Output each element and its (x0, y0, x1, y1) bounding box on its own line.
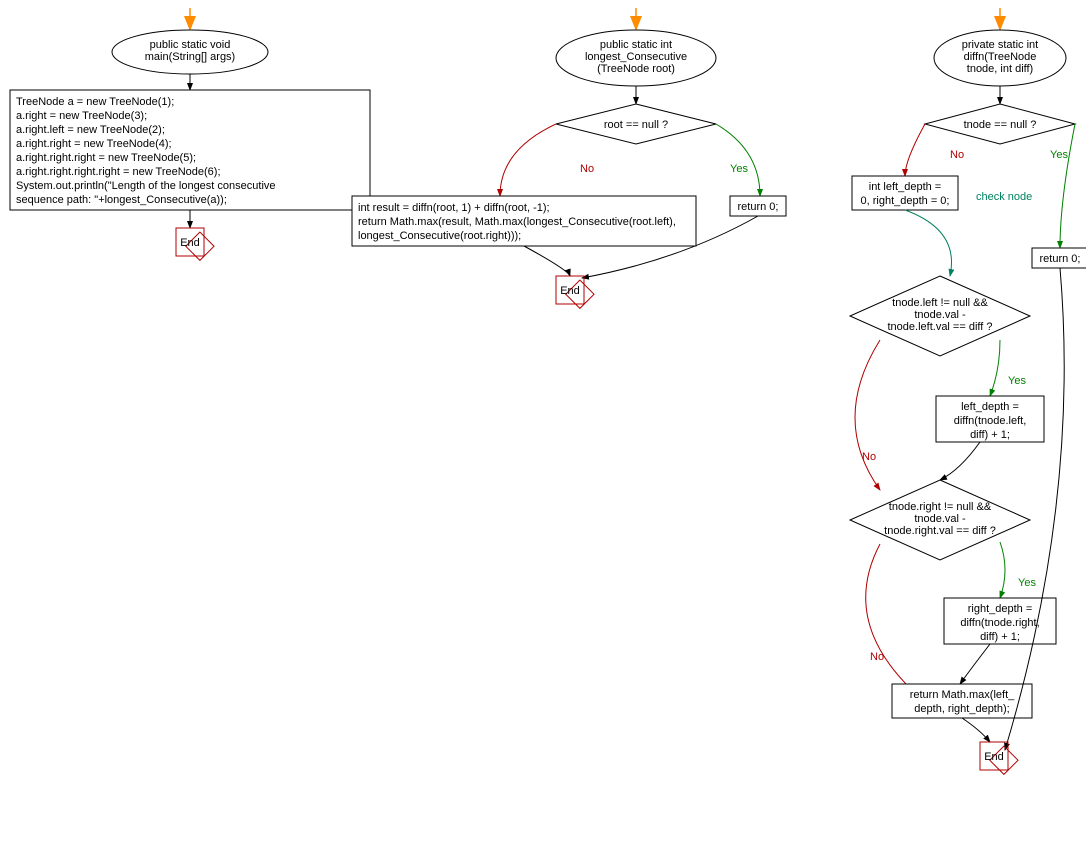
fc2-start-l2: longest_Consecutive (585, 51, 687, 63)
fc3-d2-l3: tnode.left.val == diff ? (888, 321, 993, 333)
fc2-end-node: End (556, 276, 594, 308)
fc3-check-edge (905, 210, 952, 276)
fc3-d2-l2: tnode.val - (914, 309, 966, 321)
fc2-no-label: No (580, 163, 594, 175)
fc3-la-l2: diffn(tnode.left, (954, 415, 1027, 427)
fc3-d2-no-label: No (862, 451, 876, 463)
fc3-end-node: End (980, 742, 1018, 774)
fc3-ra-l3: diff) + 1; (980, 631, 1020, 643)
fc1-body-node (10, 90, 370, 210)
fc3-ra-arrow (960, 644, 990, 684)
fc3-ra-l1: right_depth = (968, 603, 1033, 615)
fc1-start-line1: public static void (150, 39, 231, 51)
fc3-init-l2: 0, right_depth = 0; (861, 195, 950, 207)
fc2-start-l3: (TreeNode root) (597, 63, 675, 75)
fc3-d2-yes-edge (990, 340, 1000, 396)
fc3-ra-l2: diffn(tnode.right, (960, 617, 1039, 629)
flowchart-canvas: public static void main(String[] args) T… (0, 0, 1086, 846)
fc1-body-l2: a.right = new TreeNode(3); (16, 110, 147, 122)
fc3-rm-to-end (962, 718, 990, 742)
fc3-la-arrow (940, 442, 980, 480)
fc1-body-l1: TreeNode a = new TreeNode(1); (16, 96, 174, 108)
fc3-rm-l1: return Math.max(left_ (910, 689, 1015, 701)
fc3-start-l2: diffn(TreeNode (964, 51, 1037, 63)
fc1-end-label: End (180, 237, 200, 249)
fc2-rb-label: return 0; (738, 201, 779, 213)
fc3-d3-l2: tnode.val - (914, 513, 966, 525)
fc3-start-l1: private static int (962, 39, 1038, 51)
fc2-end-label: End (560, 285, 580, 297)
fc2-no-edge (500, 124, 556, 196)
fc2-lb-l3: longest_Consecutive(root.right))); (358, 230, 521, 242)
fc1-body-l6: a.right.right.right.right = new TreeNode… (16, 166, 221, 178)
fc3-init-l1: int left_depth = (869, 181, 941, 193)
fc3-start-l3: tnode, int diff) (967, 63, 1033, 75)
fc1-end-node: End (176, 228, 214, 260)
fc2-decision-label: root == null ? (604, 119, 668, 131)
fc1-start-line2: main(String[] args) (145, 51, 235, 63)
fc3-return0-to-end (1005, 268, 1064, 750)
fc3-end-label: End (984, 751, 1004, 763)
fc3-d1-no-label: No (950, 149, 964, 161)
fc1-body-l5: a.right.right.right = new TreeNode(5); (16, 152, 196, 164)
fc3-d1-label: tnode == null ? (964, 119, 1037, 131)
fc3-d3-l3: tnode.right.val == diff ? (884, 525, 996, 537)
fc3-d3-yes-label: Yes (1018, 577, 1036, 589)
fc3-d2-l1: tnode.left != null && (892, 297, 988, 309)
fc3-d3-l1: tnode.right != null && (889, 501, 992, 513)
fc3-la-l1: left_depth = (961, 401, 1019, 413)
fc2-yes-label: Yes (730, 163, 748, 175)
fc1-body-l7: System.out.println("Length of the longes… (16, 180, 276, 192)
fc3-d2-yes-label: Yes (1008, 375, 1026, 387)
fc3-d3-no-edge (866, 544, 912, 690)
fc2-start-l1: public static int (600, 39, 672, 51)
fc3-la-l3: diff) + 1; (970, 429, 1010, 441)
fc3-d1-no-edge (905, 124, 925, 176)
fc3-d1-yes-edge (1060, 124, 1075, 248)
fc1-body-l8: sequence path: "+longest_Consecutive(a))… (16, 194, 227, 206)
fc1-body-l3: a.right.left = new TreeNode(2); (16, 124, 165, 136)
fc3-d1-yes-label: Yes (1050, 149, 1068, 161)
fc3-check-label: check node (976, 191, 1032, 203)
fc3-rm-l2: depth, right_depth); (914, 703, 1009, 715)
fc2-lb-l2: return Math.max(result, Math.max(longest… (358, 216, 676, 228)
fc2-yes-edge (716, 124, 760, 196)
fc3-d3-no-label: No (870, 651, 884, 663)
fc1-body-l4: a.right.right = new TreeNode(4); (16, 138, 172, 150)
fc3-d3-yes-edge (1000, 542, 1005, 598)
fc2-arrow-left-end (524, 246, 570, 276)
fc2-lb-l1: int result = diffn(root, 1) + diffn(root… (358, 202, 550, 214)
fc3-d2-no-edge (855, 340, 880, 490)
fc3-return0-label: return 0; (1040, 253, 1081, 265)
